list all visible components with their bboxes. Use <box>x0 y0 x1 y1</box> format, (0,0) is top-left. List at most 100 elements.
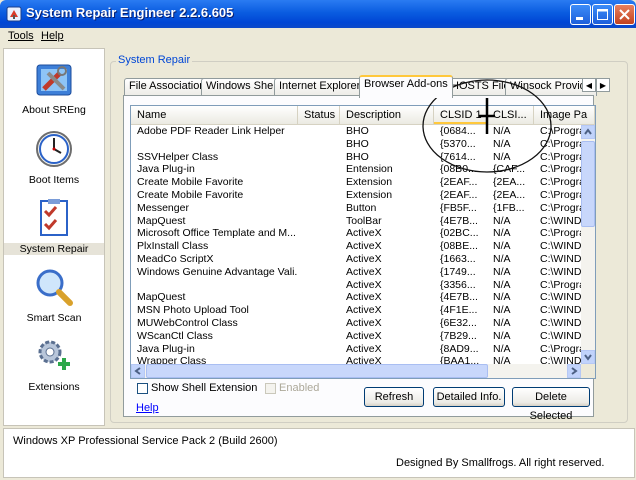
sidebar-item-label: Smart Scan <box>26 312 82 324</box>
column-header-name[interactable]: Name <box>131 106 298 124</box>
table-cell <box>298 227 340 240</box>
table-cell: C:\Progra <box>540 227 581 240</box>
chevron-down-icon <box>584 354 592 361</box>
column-header-clsid1[interactable]: CLSID 1 <box>434 106 487 124</box>
table-row[interactable]: Java Plug-in ActiveX {8AD9... N/A C:\Progra <box>131 343 581 356</box>
table-cell: {BAA1... <box>440 355 480 364</box>
sidebar: About SREng Boot Items System Repair Sma… <box>3 48 105 426</box>
minimize-icon <box>576 17 583 20</box>
table-cell: {5370... <box>440 137 476 150</box>
sidebar-item-boot-items[interactable]: Boot Items <box>4 125 104 191</box>
table-cell: C:\Progra <box>540 189 581 201</box>
menu-tools[interactable]: Tools <box>8 30 34 42</box>
vertical-scrollbar[interactable] <box>581 125 595 364</box>
table-cell: N/A <box>493 342 511 355</box>
sidebar-item-about[interactable]: About SREng <box>4 55 104 121</box>
table-cell: C:\WINDO <box>540 304 581 317</box>
table-row[interactable]: Wrapper Class ActiveX {BAA1... N/A C:\WINDO <box>131 355 581 364</box>
scroll-down-button[interactable] <box>581 350 595 364</box>
table-row[interactable]: WScanCtl Class ActiveX {7B29... N/A C:\WINDO <box>131 330 581 343</box>
table-cell: {3356... <box>440 278 476 291</box>
table-cell: Windows Genuine Advantage Vali... <box>137 265 298 278</box>
menu-tools-label: Tools <box>8 30 34 42</box>
table-cell: C:\WINDO <box>540 265 581 278</box>
table-row[interactable]: MeadCo ScriptX ActiveX {1663... N/A C:\WINDO <box>131 253 581 266</box>
table-cell: N/A <box>493 355 511 364</box>
table-cell <box>298 151 340 164</box>
status-bar: Windows XP Professional Service Pack 2 (… <box>3 428 635 478</box>
menu-help[interactable]: Help <box>41 30 64 42</box>
close-icon <box>619 9 630 20</box>
table-row[interactable]: Java Plug-in Entension {08B0... {CAF... C:\P… <box>131 163 581 176</box>
refresh-button[interactable]: Refresh <box>364 387 424 407</box>
sidebar-item-extensions[interactable]: Extensions <box>4 332 104 398</box>
table-row[interactable]: Create Mobile Favorite Extension {2EAF... {… <box>131 189 581 202</box>
table-row[interactable]: PlxInstall Class ActiveX {08BE... N/A C:\WIN… <box>131 240 581 253</box>
sidebar-item-system-repair[interactable]: System Repair <box>4 194 104 260</box>
table-row[interactable]: MapQuest ToolBar {4E7B... N/A C:\WINDO <box>131 215 581 228</box>
tab-scroll-buttons: ◀ ▶ <box>582 78 612 92</box>
table-row[interactable]: Create Mobile Favorite Extension {2EAF... {… <box>131 176 581 189</box>
chevron-left-icon <box>134 367 141 375</box>
help-link[interactable]: Help <box>136 402 159 414</box>
table-cell: BHO <box>346 125 369 137</box>
table-row[interactable]: MapQuest ActiveX {4E7B... N/A C:\WINDO <box>131 291 581 304</box>
os-version-text: Windows XP Professional Service Pack 2 (… <box>13 435 278 447</box>
enabled-checkbox[interactable] <box>265 383 276 394</box>
tab-internet-explorer[interactable]: Internet Explorer <box>274 78 366 96</box>
table-cell: C:\WINDO <box>540 253 581 265</box>
table-cell <box>298 317 340 330</box>
sidebar-item-smart-scan[interactable]: Smart Scan <box>4 263 104 329</box>
table-cell <box>298 125 340 138</box>
list-body: Adobe PDF Reader Link Helper BHO {0684... N… <box>131 125 581 364</box>
show-shell-extension-label[interactable]: Show Shell Extension <box>151 382 257 394</box>
credit-text: Designed By Smallfrogs. All right reserv… <box>396 457 605 469</box>
table-row[interactable]: Windows Genuine Advantage Vali... ActiveX… <box>131 266 581 279</box>
detailed-info-button[interactable]: Detailed Info. <box>433 387 505 407</box>
table-row[interactable]: Messenger Button {FB5F... {1FB... C:\Progra <box>131 202 581 215</box>
tab-scroll-right-icon[interactable]: ▶ <box>596 78 610 92</box>
minimize-button[interactable] <box>570 4 591 25</box>
scroll-right-button[interactable] <box>567 364 581 378</box>
close-button[interactable] <box>614 4 635 25</box>
maximize-button[interactable] <box>592 4 613 25</box>
table-cell: N/A <box>493 227 511 240</box>
table-cell: {08BE... <box>440 240 478 253</box>
column-header-clsid2[interactable]: CLSI... <box>487 106 534 124</box>
table-cell: {2EA... <box>493 176 526 189</box>
table-cell <box>298 163 340 176</box>
show-shell-extension-checkbox[interactable] <box>137 383 148 394</box>
column-header-image-path[interactable]: Image Pa <box>534 106 595 124</box>
tab-windows-shell[interactable]: Windows Shell <box>201 78 284 96</box>
table-row[interactable]: Microsoft Office Template and M... Active… <box>131 227 581 240</box>
table-cell: {1FB... <box>493 201 525 214</box>
tab-browser-add-ons[interactable]: Browser Add-ons <box>359 75 453 98</box>
table-cell: N/A <box>493 304 511 317</box>
add-ons-list[interactable]: Name Status Description CLSID 1 CLSI... … <box>130 105 596 379</box>
scroll-left-button[interactable] <box>131 364 145 378</box>
table-row[interactable]: ActiveX {3356... N/A C:\Progra <box>131 279 581 292</box>
column-header-status[interactable]: Status <box>298 106 340 124</box>
delete-selected-button[interactable]: Delete Selected <box>512 387 590 422</box>
table-cell: N/A <box>493 125 511 137</box>
table-cell: {08B0... <box>440 163 477 176</box>
table-row[interactable]: BHO {5370... N/A C:\Progra <box>131 138 581 151</box>
table-cell <box>298 189 340 202</box>
table-cell: Java Plug-in <box>137 342 195 355</box>
title-bar[interactable]: System Repair Engineer 2.2.6.605 <box>0 0 636 28</box>
tab-file-association[interactable]: File Association <box>124 78 211 96</box>
table-row[interactable]: MSN Photo Upload Tool ActiveX {4F1E... N/A C… <box>131 304 581 317</box>
table-cell <box>298 355 340 364</box>
table-cell: Messenger <box>137 201 189 214</box>
horizontal-scroll-thumb[interactable] <box>146 364 488 378</box>
tab-scroll-left-icon[interactable]: ◀ <box>582 78 596 92</box>
vertical-scroll-thumb[interactable] <box>581 141 595 227</box>
horizontal-scrollbar[interactable] <box>131 364 581 378</box>
table-row[interactable]: MUWebControl Class ActiveX {6E32... N/A C:\W… <box>131 317 581 330</box>
table-row[interactable]: SSVHelper Class BHO {7614... N/A C:\Progra <box>131 151 581 164</box>
sidebar-item-label: System Repair <box>4 243 104 255</box>
table-row[interactable]: Adobe PDF Reader Link Helper BHO {0684... N… <box>131 125 581 138</box>
column-header-description[interactable]: Description <box>340 106 434 124</box>
table-cell <box>298 202 340 215</box>
scroll-up-button[interactable] <box>581 125 595 139</box>
